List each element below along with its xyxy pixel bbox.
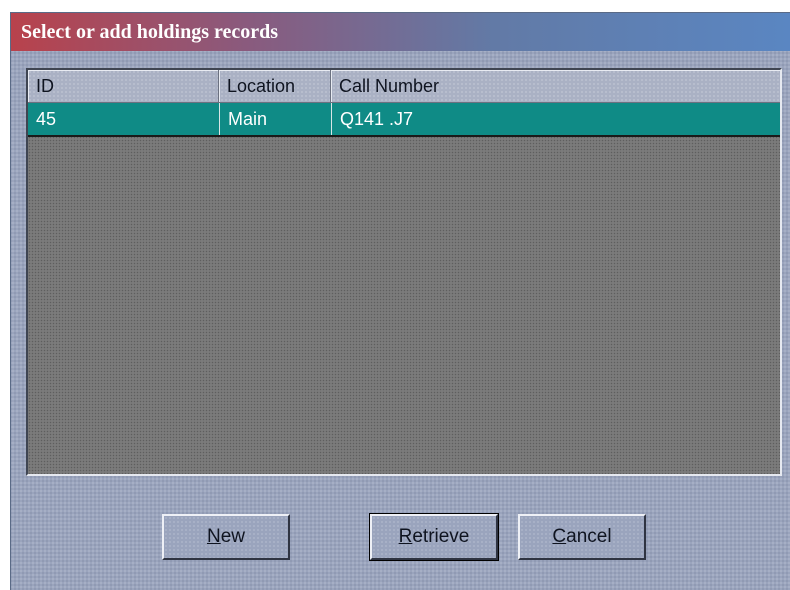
new-button-mnemonic: N bbox=[206, 526, 221, 547]
column-header-call-number[interactable]: Call Number bbox=[331, 70, 780, 102]
dialog-title: Select or add holdings records bbox=[21, 21, 279, 43]
retrieve-button[interactable]: Retrieve bbox=[369, 513, 499, 561]
new-button-label: ew bbox=[220, 526, 246, 547]
list-header: ID Location Call Number bbox=[28, 70, 780, 103]
column-header-id[interactable]: ID bbox=[28, 70, 219, 102]
holdings-dialog: Select or add holdings records ID Locati… bbox=[10, 12, 790, 590]
table-row-selected[interactable]: 45 Main Q141 .J7 bbox=[28, 103, 780, 137]
retrieve-button-label: etrieve bbox=[412, 526, 470, 547]
title-bar[interactable]: Select or add holdings records bbox=[11, 13, 790, 51]
cancel-button[interactable]: Cancel bbox=[518, 514, 646, 560]
cell-location: Main bbox=[219, 103, 331, 135]
new-button[interactable]: New bbox=[162, 514, 290, 560]
cancel-button-mnemonic: C bbox=[552, 526, 567, 547]
retrieve-button-mnemonic: R bbox=[398, 526, 413, 547]
cell-call-number: Q141 .J7 bbox=[331, 103, 780, 135]
cancel-button-label: ancel bbox=[566, 526, 612, 547]
holdings-list[interactable]: ID Location Call Number 45 Main Q141 .J7 bbox=[26, 68, 782, 476]
column-header-location[interactable]: Location bbox=[219, 70, 331, 102]
cell-id: 45 bbox=[36, 109, 57, 129]
